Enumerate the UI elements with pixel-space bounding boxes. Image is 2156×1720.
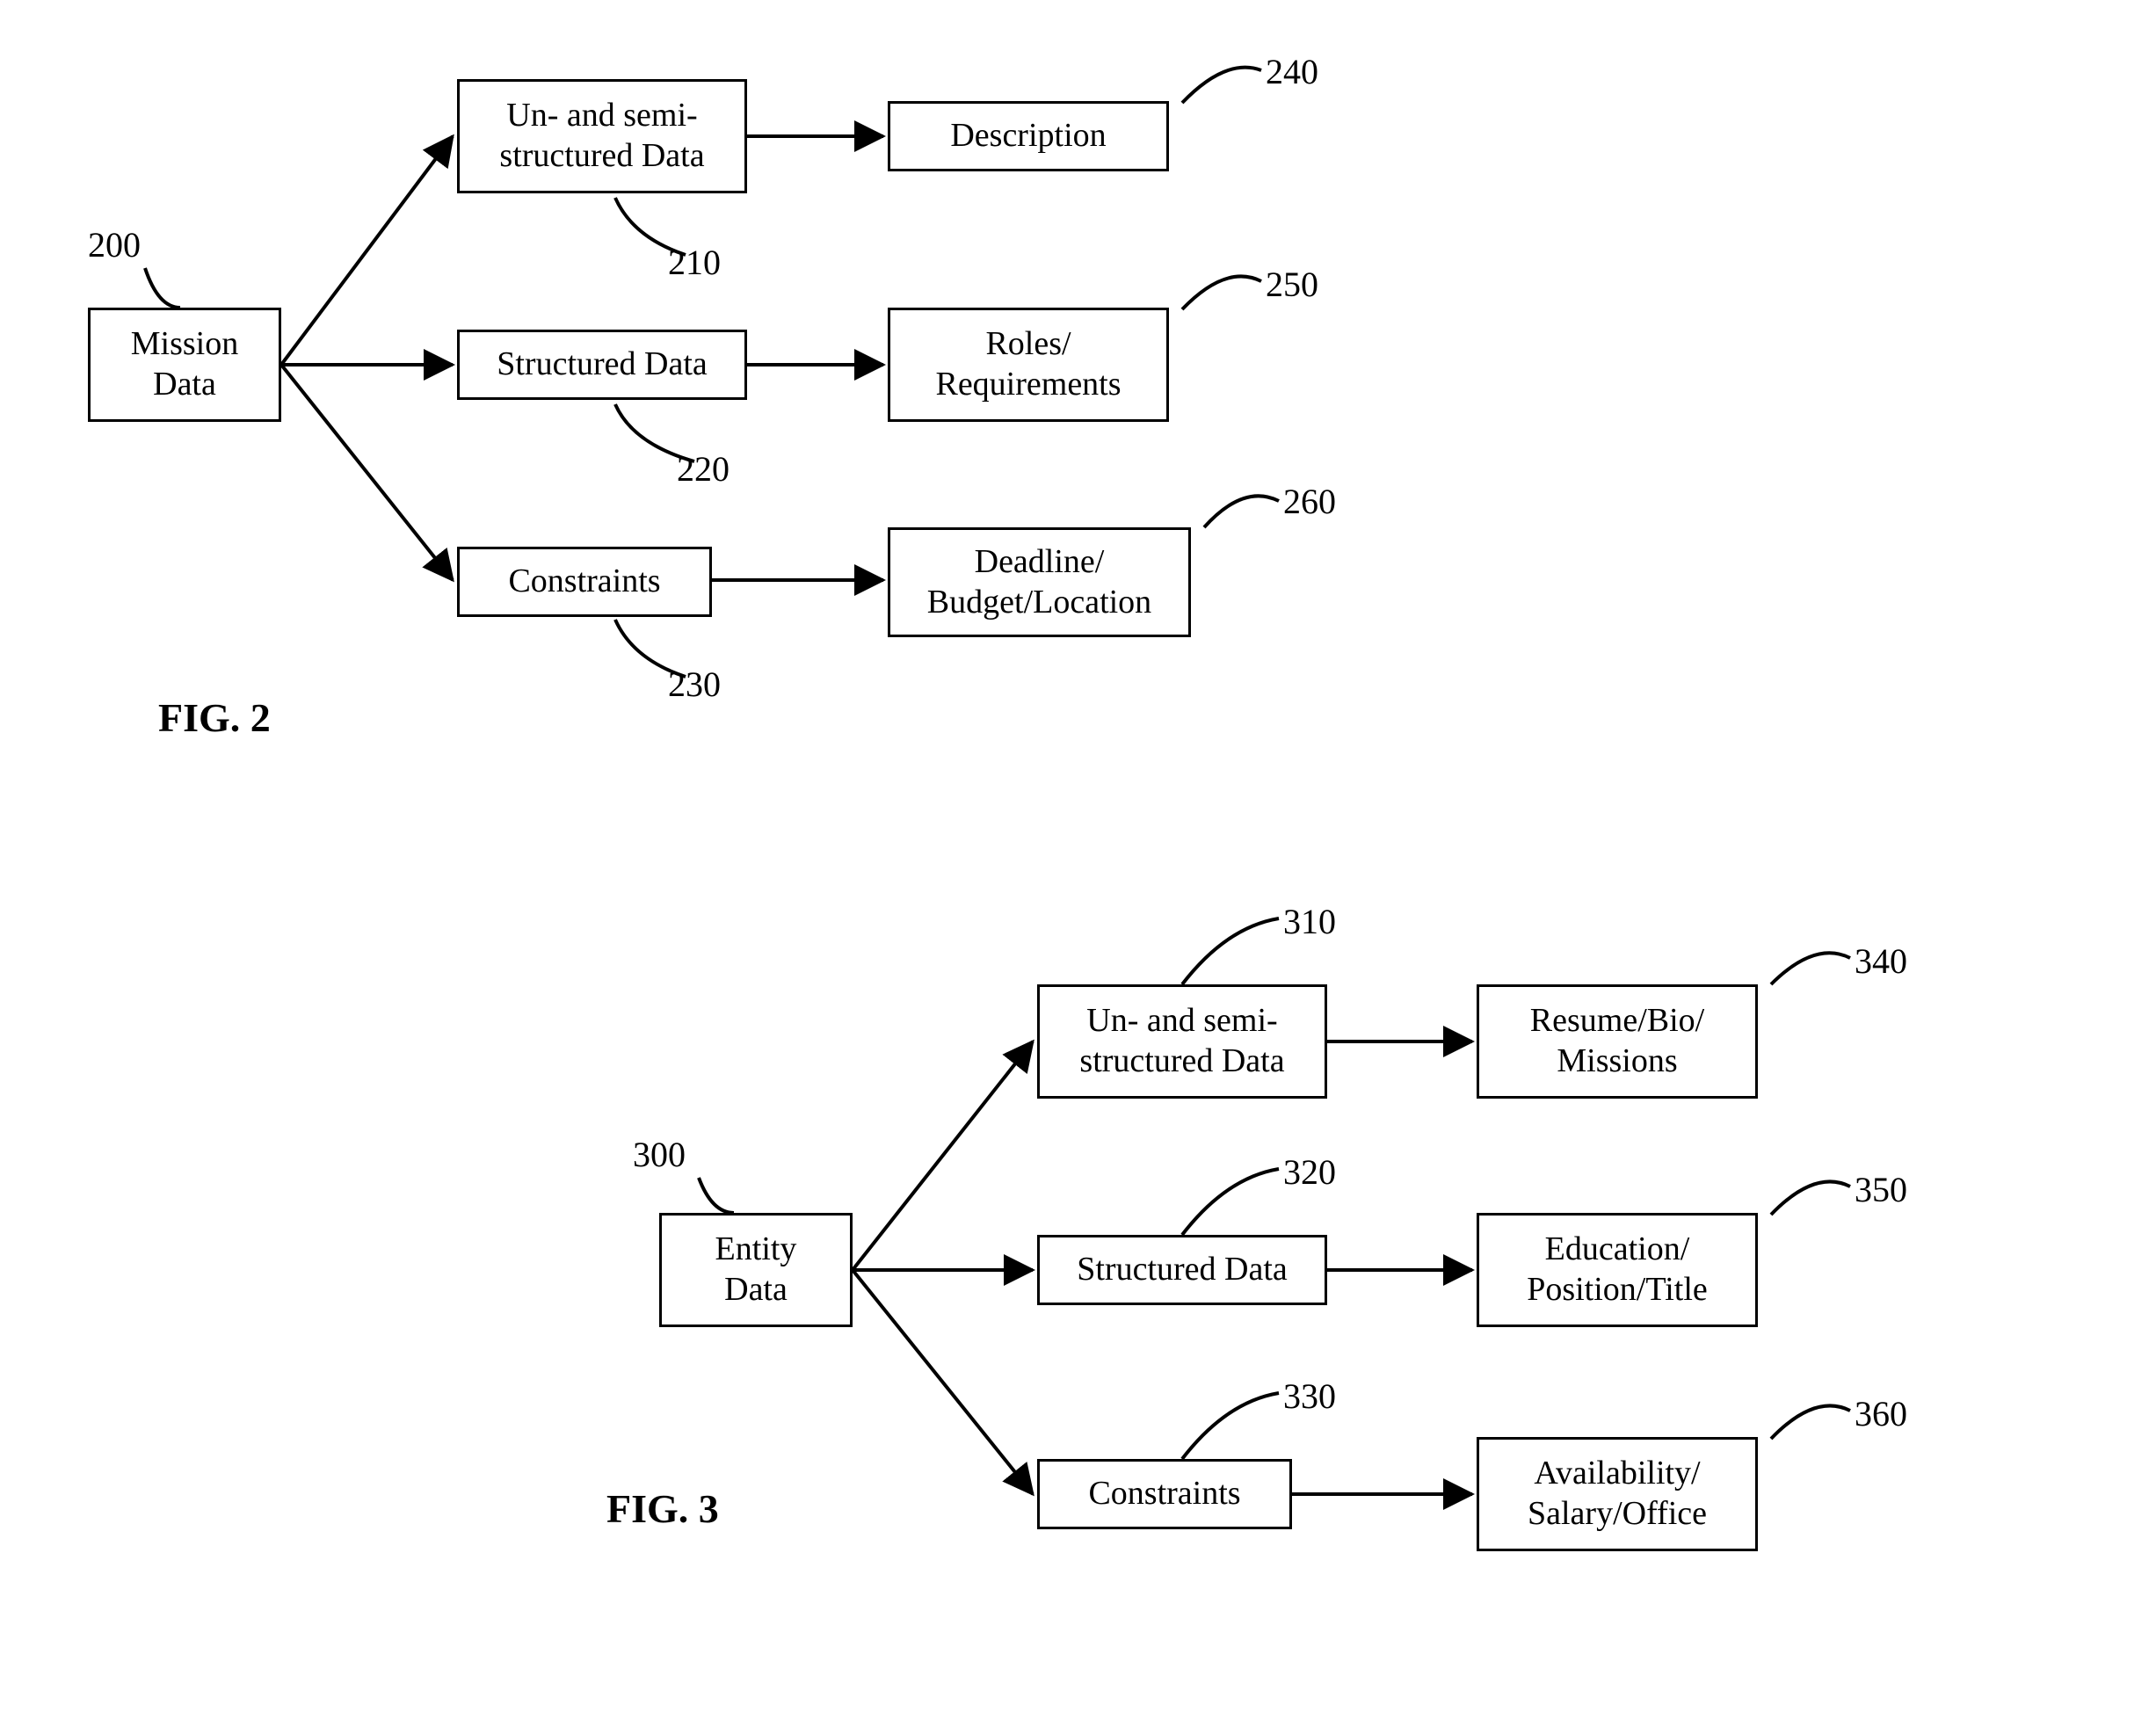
constraints-box-2: Constraints bbox=[457, 547, 712, 617]
unstructured-box-2: Un- and semi-structured Data bbox=[457, 79, 747, 193]
education-box: Education/Position/Title bbox=[1477, 1213, 1758, 1327]
constraints-box-3: Constraints bbox=[1037, 1459, 1292, 1529]
description-text: Description bbox=[950, 116, 1106, 156]
structured-box-3: Structured Data bbox=[1037, 1235, 1327, 1305]
deadline-text: Deadline/Budget/Location bbox=[927, 542, 1151, 622]
ref-200: 200 bbox=[88, 224, 141, 265]
constraints-text-2: Constraints bbox=[508, 562, 660, 602]
roles-text: Roles/Requirements bbox=[935, 324, 1121, 404]
resume-text: Resume/Bio/Missions bbox=[1530, 1001, 1704, 1081]
fig3-caption: FIG. 3 bbox=[606, 1485, 719, 1532]
unstructured-text-2: Un- and semi-structured Data bbox=[499, 96, 704, 176]
entity-data-text: EntityData bbox=[715, 1230, 797, 1310]
ref-330: 330 bbox=[1283, 1375, 1336, 1417]
deadline-box: Deadline/Budget/Location bbox=[888, 527, 1191, 637]
ref-220: 220 bbox=[677, 448, 730, 490]
entity-data-box: EntityData bbox=[659, 1213, 853, 1327]
description-box: Description bbox=[888, 101, 1169, 171]
resume-box: Resume/Bio/Missions bbox=[1477, 984, 1758, 1099]
ref-320: 320 bbox=[1283, 1151, 1336, 1193]
ref-260: 260 bbox=[1283, 481, 1336, 522]
mission-data-text: MissionData bbox=[131, 324, 238, 404]
ref-310: 310 bbox=[1283, 901, 1336, 942]
constraints-text-3: Constraints bbox=[1088, 1474, 1240, 1514]
availability-text: Availability/Salary/Office bbox=[1528, 1454, 1707, 1534]
ref-350: 350 bbox=[1855, 1169, 1907, 1210]
mission-data-box: MissionData bbox=[88, 308, 281, 422]
ref-360: 360 bbox=[1855, 1393, 1907, 1434]
ref-240: 240 bbox=[1266, 51, 1318, 92]
availability-box: Availability/Salary/Office bbox=[1477, 1437, 1758, 1551]
education-text: Education/Position/Title bbox=[1527, 1230, 1708, 1310]
structured-text-2: Structured Data bbox=[497, 345, 708, 385]
ref-300: 300 bbox=[633, 1134, 686, 1175]
fig2-caption: FIG. 2 bbox=[158, 694, 271, 741]
roles-box: Roles/Requirements bbox=[888, 308, 1169, 422]
ref-340: 340 bbox=[1855, 940, 1907, 982]
structured-box-2: Structured Data bbox=[457, 330, 747, 400]
ref-250: 250 bbox=[1266, 264, 1318, 305]
ref-210: 210 bbox=[668, 242, 721, 283]
unstructured-box-3: Un- and semi-structured Data bbox=[1037, 984, 1327, 1099]
ref-230: 230 bbox=[668, 664, 721, 705]
structured-text-3: Structured Data bbox=[1077, 1250, 1288, 1290]
unstructured-text-3: Un- and semi-structured Data bbox=[1079, 1001, 1284, 1081]
